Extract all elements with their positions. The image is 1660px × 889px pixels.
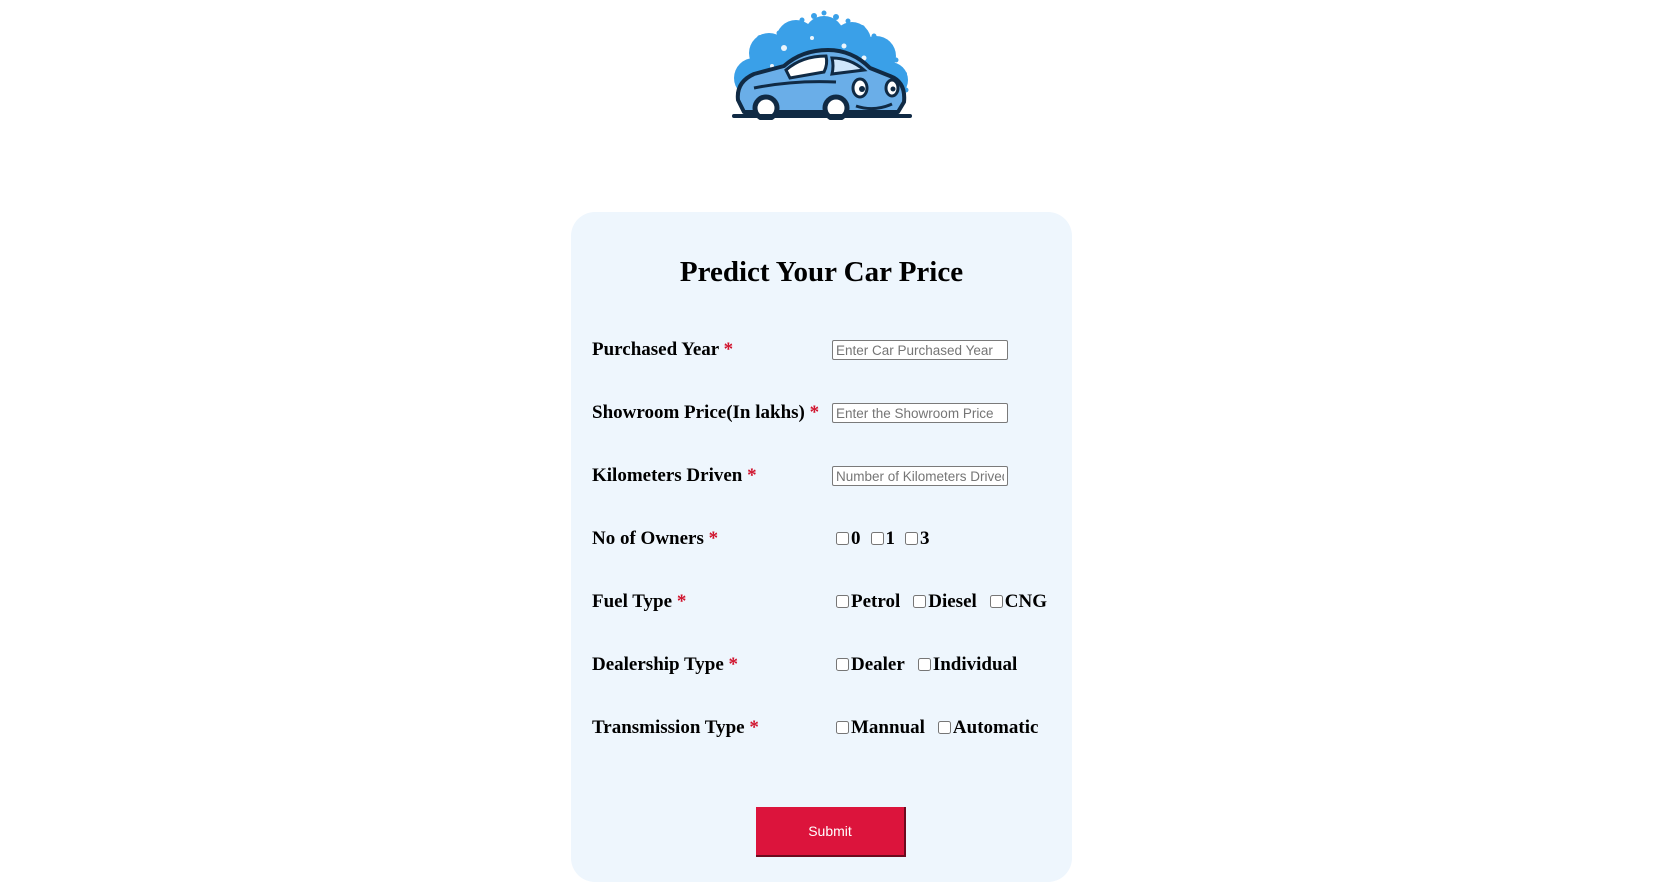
transmission-type-row: Transmission Type * Mannual Automatic [592, 716, 1062, 746]
owners-checkbox-1[interactable] [870, 531, 884, 545]
fuel-option-petrol[interactable]: Petrol [832, 590, 900, 614]
owners-options: 0 1 3 [832, 527, 939, 551]
required-mark: * [676, 591, 687, 612]
owners-option-3[interactable]: 3 [901, 527, 930, 551]
purchased-year-label: Purchased Year * [592, 339, 734, 360]
kilometers-driven-label: Kilometers Driven * [592, 465, 757, 486]
dealer-option-individual[interactable]: Individual [914, 653, 1017, 677]
fuel-checkbox-cng[interactable] [989, 594, 1003, 608]
transmission-type-options: Mannual Automatic [832, 716, 1047, 740]
owners-row: No of Owners * 0 1 3 [592, 527, 1062, 557]
fuel-type-label: Fuel Type * [592, 591, 687, 612]
kilometers-driven-row: Kilometers Driven * [592, 464, 1062, 494]
dealer-checkbox-individual[interactable] [917, 657, 931, 671]
owners-checkbox-0[interactable] [836, 531, 849, 545]
dealership-type-label: Dealership Type * [592, 654, 739, 675]
showroom-price-label: Showroom Price(In lakhs) * [592, 402, 820, 423]
transmission-type-label: Transmission Type * [592, 717, 759, 738]
dealership-type-row: Dealership Type * Dealer Individual [592, 653, 1062, 683]
submit-button[interactable]: Submit [756, 807, 906, 857]
car-wash-logo-icon [732, 10, 912, 122]
owners-checkbox-3[interactable] [905, 531, 918, 545]
fuel-checkbox-petrol[interactable] [836, 594, 849, 608]
transmission-option-automatic[interactable]: Automatic [934, 716, 1038, 740]
fuel-option-cng[interactable]: CNG [986, 590, 1047, 614]
fuel-type-options: Petrol Diesel CNG [832, 590, 1056, 614]
dealer-option-dealer[interactable]: Dealer [832, 653, 905, 677]
form-title: Predict Your Car Price [679, 256, 964, 288]
required-mark: * [728, 654, 739, 675]
prediction-form-card: Predict Your Car Price Purchased Year * … [571, 212, 1072, 882]
fuel-type-row: Fuel Type * Petrol Diesel CNG [592, 590, 1062, 620]
owners-option-1[interactable]: 1 [867, 527, 895, 551]
showroom-price-row: Showroom Price(In lakhs) * [592, 401, 1062, 431]
purchased-year-row: Purchased Year * [592, 338, 1062, 368]
owners-label: No of Owners * [592, 528, 719, 549]
required-mark: * [708, 528, 719, 549]
transmission-option-manual[interactable]: Mannual [832, 716, 925, 740]
car-wash-logo [724, 8, 916, 122]
required-mark: * [809, 402, 820, 423]
owners-option-0[interactable]: 0 [832, 527, 861, 551]
purchased-year-input[interactable] [832, 340, 1008, 360]
required-mark: * [749, 717, 759, 738]
transmission-checkbox-automatic[interactable] [937, 720, 951, 734]
fuel-checkbox-diesel[interactable] [913, 594, 927, 608]
required-mark: * [747, 465, 757, 486]
required-mark: * [723, 339, 734, 360]
transmission-checkbox-manual[interactable] [836, 720, 849, 734]
fuel-option-diesel[interactable]: Diesel [909, 590, 977, 614]
kilometers-driven-input[interactable] [832, 466, 1008, 486]
dealership-type-options: Dealer Individual [832, 653, 1026, 677]
dealer-checkbox-dealer[interactable] [836, 657, 849, 671]
showroom-price-input[interactable] [832, 403, 1008, 423]
